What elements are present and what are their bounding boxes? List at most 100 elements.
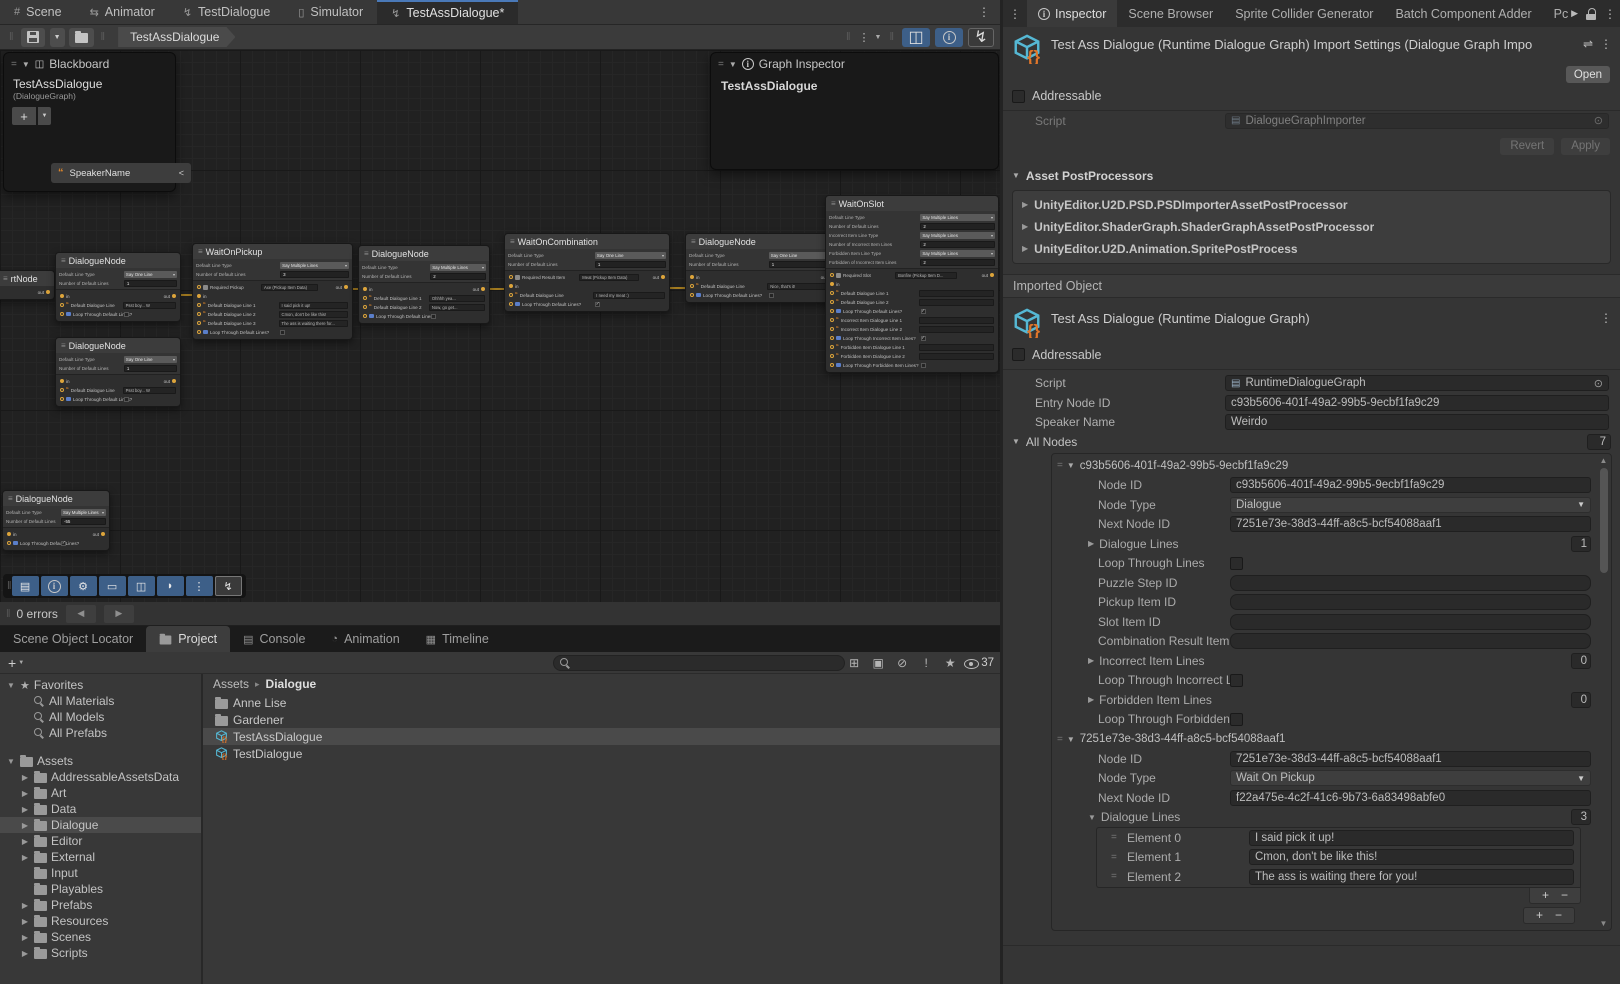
array-size-field[interactable]: 1 [1571,536,1591,552]
node-dropdown[interactable]: Say Multiple Lines▾ [430,264,486,271]
header-kebab-icon[interactable]: ⋮ [1600,311,1612,325]
tabbar-kebab-icon[interactable]: ⋮ [1003,7,1027,21]
graph-canvas[interactable]: ≡rtNode out ≡DialogueNode Default Line T… [0,50,1000,602]
data-port[interactable] [830,327,834,331]
text-field[interactable]: c93b5606-401f-49a2-99b5-9ecbf1fa9c29 [1225,395,1609,411]
blackboard-toggle-button[interactable]: ◫ [902,28,930,47]
create-asset-button[interactable]: +▼ [8,655,24,671]
drag-handle-icon[interactable]: = [1111,832,1127,843]
tree-item-all-materials[interactable]: All Materials [0,693,201,709]
data-port[interactable] [830,345,834,349]
node-number-field[interactable]: 2 [920,223,995,230]
data-port[interactable] [363,296,367,300]
out-port[interactable] [661,275,665,279]
addressable-checkbox[interactable] [1012,348,1025,361]
node-text-field[interactable]: Bonfire (Pickup Item D... [895,272,957,279]
asset-testdialogue[interactable]: {}TestDialogue [203,745,1000,762]
node-title[interactable]: ≡WaitOnPickup [193,244,352,259]
node-title[interactable]: ≡rtNode [0,271,54,286]
postprocessor-item[interactable]: ▶ UnityEditor.U2D.Animation.SpritePostPr… [1022,238,1601,260]
breadcrumb-root[interactable]: Assets [213,677,249,691]
text-field[interactable]: f22a475e-4c2f-41c6-9b73-6a83498abfe0 [1230,790,1591,806]
in-port[interactable] [7,532,11,536]
node-checkbox[interactable] [431,314,436,319]
node-text-field[interactable] [919,353,994,360]
graph-node-waitonpickup[interactable]: ≡WaitOnPickup Default Line Type Say Mult… [192,243,353,340]
save-dropdown-button[interactable]: ▼ [50,28,65,47]
revert-button[interactable]: Revert [1500,138,1554,155]
data-port[interactable] [197,303,201,307]
array-scrollbar[interactable]: ▲ ▼ [1597,456,1610,928]
out-port[interactable] [344,285,348,289]
tree-item-all-prefabs[interactable]: All Prefabs [0,725,201,741]
node-dropdown[interactable]: Say Multiple Lines▾ [920,232,995,239]
data-port[interactable] [60,312,64,316]
node-text-field[interactable]: Meat (Pickup Item Data) [579,274,638,281]
drag-handle-icon[interactable]: = [1057,734,1062,745]
inspector-tab-sprite-collider-generator[interactable]: Sprite Collider Generator [1224,0,1384,27]
array-size-field[interactable]: 0 [1571,653,1591,669]
array-size-field[interactable]: 3 [1571,809,1591,825]
out-port[interactable] [46,290,50,294]
data-port[interactable] [830,336,834,340]
node-text-field[interactable]: Psst boy... W [123,302,176,309]
asset-testassdialogue[interactable]: {}TestAssDialogue [203,728,1000,745]
bottom-tab-timeline[interactable]: ▦Timeline [413,626,502,652]
tree-item-editor[interactable]: ▶Editor [0,833,201,849]
node-dropdown[interactable]: Say Multiple Lines▾ [61,509,106,516]
add-variable-button[interactable]: + [12,107,36,125]
window-toolbar-button[interactable]: ▭ [99,576,126,596]
tools-toolbar-button[interactable]: ⚙ [70,576,97,596]
node-checkbox[interactable] [769,293,774,298]
editor-tab-scene[interactable]: #Scene [0,0,76,24]
out-port[interactable] [101,532,105,536]
node-checkbox[interactable]: ✓ [921,309,926,314]
blackboard-toolbar-button[interactable]: ◫ [128,576,155,596]
remove-node-button[interactable]: − [1555,908,1562,922]
postprocessor-item[interactable]: ▶ UnityEditor.U2D.PSD.PSDImporterAssetPo… [1022,194,1601,216]
data-port[interactable] [197,285,201,289]
in-port[interactable] [509,284,513,288]
text-field[interactable] [1230,614,1591,630]
data-port[interactable] [509,275,513,279]
tree-item-playables[interactable]: Playables [0,881,201,897]
tree-item-favorites[interactable]: ▼★Favorites [0,677,201,693]
open-button[interactable]: Open [1566,66,1610,83]
asset-anne-lise[interactable]: Anne Lise [203,694,1000,711]
presets-icon[interactable]: ⇌ [1583,37,1593,51]
foldout-arrow-icon[interactable]: ▶ [1022,244,1028,253]
drag-handle-icon[interactable]: = [1057,460,1062,471]
data-port[interactable] [509,293,513,297]
preview-toggle-button[interactable]: ↯ [968,28,994,47]
tree-item-art[interactable]: ▶Art [0,785,201,801]
node-checkbox[interactable] [921,363,926,368]
node-text-field[interactable]: I need my meat :) [593,292,665,299]
node-checkbox[interactable]: ✓ [61,541,66,546]
foldout-arrow-icon[interactable]: ▼ [1088,813,1096,822]
tree-item-addressableassetsdata[interactable]: ▶AddressableAssetsData [0,769,201,785]
scroll-down-arrow[interactable]: ▼ [1600,919,1608,928]
search-by-type-button[interactable]: ⊞ [844,656,864,670]
collapse-chevron-icon[interactable]: < [179,168,184,178]
node-text-field[interactable]: Psst boy... W [123,387,176,394]
asset-gardener[interactable]: Gardener [203,711,1000,728]
save-button[interactable] [21,28,45,47]
text-field[interactable]: 7251e73e-38d3-44ff-a8c5-bcf54088aaf1 [1230,516,1591,532]
element-text-field[interactable]: The ass is waiting there for you! [1249,869,1574,885]
node-text-field[interactable] [919,344,994,351]
data-port[interactable] [690,293,694,297]
data-port[interactable] [363,305,367,309]
node-dropdown[interactable]: Say Multiple Lines▾ [920,250,995,257]
data-port[interactable] [7,541,11,545]
editor-tab-animator[interactable]: ⇆Animator [76,0,169,24]
search-filter-button[interactable]: ⊘ [892,656,912,670]
tree-item-data[interactable]: ▶Data [0,801,201,817]
node-number-field[interactable]: 2 [920,241,995,248]
node-title[interactable]: ≡DialogueNode [3,491,109,506]
editor-tab-testdialogue[interactable]: ↯TestDialogue [169,0,284,24]
data-port[interactable] [830,354,834,358]
lock-icon[interactable] [1586,8,1596,20]
node-text-field[interactable]: The ass is waiting there for... [279,320,348,327]
foldout-arrow-icon[interactable]: ▶ [1022,200,1028,209]
apply-button[interactable]: Apply [1561,138,1610,155]
